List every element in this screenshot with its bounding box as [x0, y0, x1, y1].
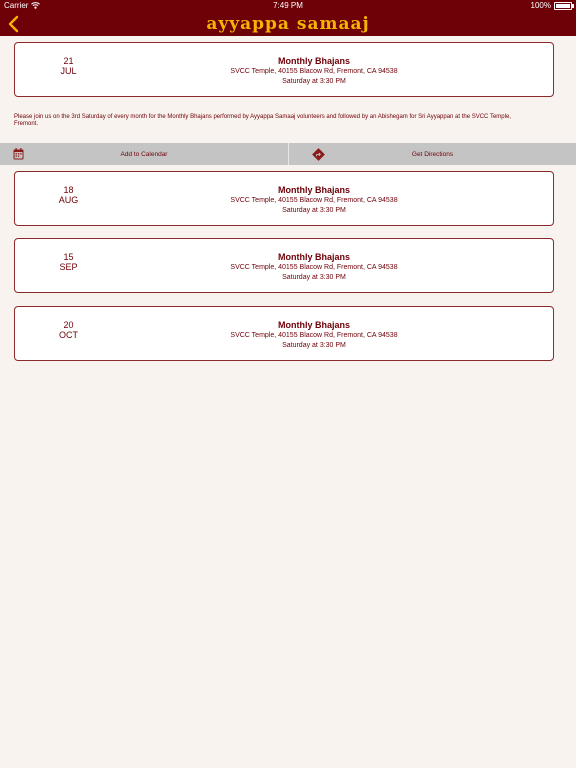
- event-info: Monthly Bhajans SVCC Temple, 40155 Blaco…: [95, 252, 533, 283]
- event-date: 21 JUL: [45, 56, 92, 76]
- event-time: Saturday at 3:30 PM: [282, 342, 346, 349]
- event-month: JUL: [60, 66, 77, 76]
- event-card[interactable]: 18 AUG Monthly Bhajans SVCC Temple, 4015…: [14, 171, 554, 226]
- event-date: 15 SEP: [45, 252, 92, 272]
- status-battery: 100%: [530, 1, 574, 10]
- battery-icon: [554, 1, 574, 10]
- event-info: Monthly Bhajans SVCC Temple, 40155 Blaco…: [95, 185, 533, 216]
- event-day: 21: [63, 56, 74, 66]
- event-description: Please join us on the 3rd Saturday of ev…: [14, 114, 511, 127]
- event-month: AUG: [58, 195, 79, 205]
- add-to-calendar-button[interactable]: Add to Calendar: [0, 143, 288, 165]
- event-title: Monthly Bhajans: [277, 252, 350, 262]
- event-card[interactable]: 20 OCT Monthly Bhajans SVCC Temple, 4015…: [14, 306, 554, 361]
- event-month: OCT: [59, 330, 78, 340]
- event-action-bar: Add to Calendar Get Directions: [0, 143, 576, 165]
- event-time: Saturday at 3:30 PM: [282, 78, 346, 85]
- status-bar: Carrier 7:49 PM 100%: [0, 0, 576, 12]
- event-title: Monthly Bhajans: [277, 56, 350, 66]
- event-address: SVCC Temple, 40155 Blacow Rd, Fremont, C…: [230, 264, 398, 271]
- event-title: Monthly Bhajans: [277, 185, 350, 195]
- event-info: Monthly Bhajans SVCC Temple, 40155 Blaco…: [95, 320, 533, 351]
- status-time: 7:49 PM: [273, 1, 303, 10]
- nav-bar: ayyappa samaaj: [0, 12, 576, 36]
- event-card[interactable]: 21 JUL Monthly Bhajans SVCC Temple, 4015…: [14, 42, 554, 97]
- event-month: SEP: [59, 262, 78, 272]
- event-time: Saturday at 3:30 PM: [282, 207, 346, 214]
- event-date: 18 AUG: [45, 185, 92, 205]
- event-date: 20 OCT: [45, 320, 92, 340]
- event-day: 18: [63, 185, 74, 195]
- app-title: ayyappa samaaj: [206, 14, 370, 34]
- event-info: Monthly Bhajans SVCC Temple, 40155 Blaco…: [95, 56, 533, 87]
- event-address: SVCC Temple, 40155 Blacow Rd, Fremont, C…: [230, 332, 398, 339]
- event-time: Saturday at 3:30 PM: [282, 274, 346, 281]
- event-address: SVCC Temple, 40155 Blacow Rd, Fremont, C…: [230, 197, 398, 204]
- event-address: SVCC Temple, 40155 Blacow Rd, Fremont, C…: [230, 68, 398, 75]
- get-directions-label: Get Directions: [411, 151, 454, 158]
- get-directions-button[interactable]: Get Directions: [288, 143, 576, 165]
- event-day: 15: [63, 252, 74, 262]
- event-title: Monthly Bhajans: [277, 320, 350, 330]
- battery-percent: 100%: [530, 1, 551, 10]
- add-to-calendar-label: Add to Calendar: [120, 151, 168, 158]
- event-day: 20: [63, 320, 74, 330]
- event-card[interactable]: 15 SEP Monthly Bhajans SVCC Temple, 4015…: [14, 238, 554, 293]
